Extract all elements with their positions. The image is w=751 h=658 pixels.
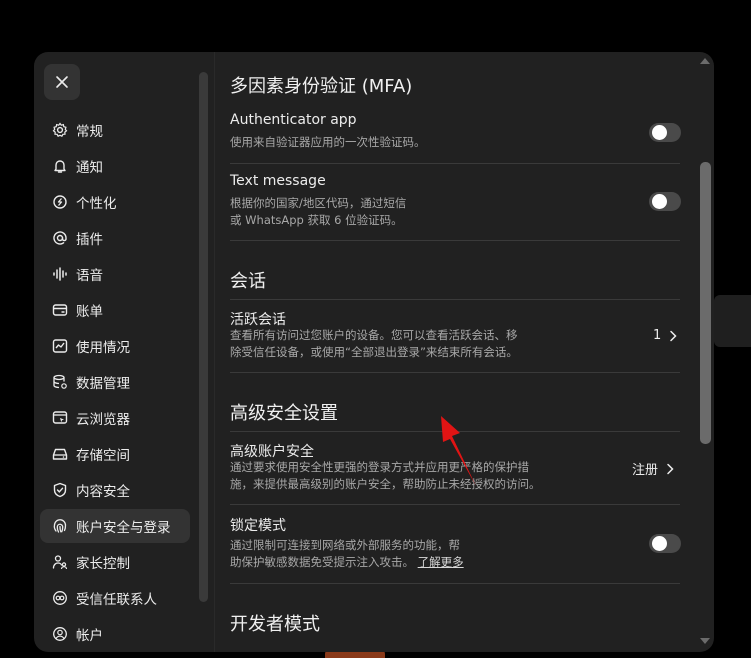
content-scrollbar-thumb[interactable] [700, 162, 711, 444]
active-sessions-description-line2: 除受信任设备，或使用“全部退出登录”来结束所有会话。 [230, 345, 518, 359]
background-panel-edge [714, 295, 751, 347]
sidebar-item-usage[interactable]: 使用情况 [40, 329, 190, 363]
authenticator-app-title: Authenticator app [230, 112, 357, 128]
sidebar-item-label: 受信任联系人 [76, 592, 157, 608]
divider [230, 504, 680, 505]
sidebar-item-label: 存储空间 [76, 448, 130, 464]
sidebar-item-cloud-browser[interactable]: 云浏览器 [40, 401, 190, 435]
personalization-icon [51, 193, 69, 211]
lockdown-mode-title: 锁定模式 [230, 518, 286, 534]
parent-icon [51, 553, 69, 571]
toggle-knob [652, 125, 667, 140]
contacts-icon [51, 589, 69, 607]
sidebar-item-label: 常规 [76, 124, 103, 140]
account-icon [51, 625, 69, 643]
sidebar-item-label: 插件 [76, 232, 103, 248]
sidebar-item-label: 使用情况 [76, 340, 130, 356]
storage-icon [51, 445, 69, 463]
sidebar-item-general[interactable]: 常规 [40, 113, 190, 147]
close-icon [56, 76, 68, 88]
sidebar-item-personalization[interactable]: 个性化 [40, 185, 190, 219]
active-sessions-open[interactable]: 1 [653, 328, 677, 343]
sidebar-item-label: 账户安全与登录 [76, 520, 171, 536]
sidebar-item-account[interactable]: 帐户 [40, 617, 190, 651]
settings-dialog: 常规 通知 个性化 插件 语音 账单 使用情况 数据管理 云浏览器 存储空间 内… [34, 52, 714, 652]
divider [230, 240, 680, 241]
active-sessions-count: 1 [653, 328, 662, 343]
chevron-right-icon [670, 330, 677, 341]
sidebar-item-label: 通知 [76, 160, 103, 176]
sidebar-scrollbar[interactable] [199, 72, 208, 602]
annotation-arrow-icon [441, 416, 476, 486]
browser-icon [51, 409, 69, 427]
text-message-description-line2: 或 WhatsApp 获取 6 位验证码。 [230, 213, 403, 227]
advanced-account-security-description-line2: 施，来提供最高级别的账户安全，帮助防止未经授权的访问。 [230, 477, 541, 491]
advanced-security-section-title: 高级安全设置 [230, 403, 338, 424]
sidebar-item-trusted-contacts[interactable]: 受信任联系人 [40, 581, 190, 615]
authenticator-app-toggle[interactable] [649, 123, 681, 142]
developer-mode-section-title: 开发者模式 [230, 614, 320, 635]
mfa-section-title: 多因素身份验证 (MFA) [230, 76, 413, 97]
enroll-label: 注册 [632, 463, 659, 478]
lockdown-mode-description-line1: 通过限制可连接到网络或外部服务的功能，帮 [230, 538, 460, 552]
bell-icon [51, 157, 69, 175]
sidebar-item-label: 家长控制 [76, 556, 130, 572]
sidebar-item-storage[interactable]: 存储空间 [40, 437, 190, 471]
lockdown-mode-description-line2: 助保护敏感数据免受提示注入攻击。 了解更多 [230, 554, 464, 571]
advanced-account-security-description-line1: 通过要求使用安全性更强的登录方式并应用更严格的保护措 [230, 460, 529, 474]
sidebar-item-notifications[interactable]: 通知 [40, 149, 190, 183]
at-icon [51, 229, 69, 247]
sidebar-item-label: 云浏览器 [76, 412, 130, 428]
scroll-up-arrow-icon[interactable] [700, 58, 710, 64]
sidebar-item-label: 数据管理 [76, 376, 130, 392]
divider [230, 163, 680, 164]
enroll-button[interactable]: 注册 [632, 459, 674, 478]
gear-icon [51, 121, 69, 139]
lockdown-mode-toggle[interactable] [649, 534, 681, 553]
sidebar-item-voice[interactable]: 语音 [40, 257, 190, 291]
sidebar-item-content-safety[interactable]: 内容安全 [40, 473, 190, 507]
close-button[interactable] [44, 64, 80, 100]
divider [230, 372, 680, 373]
text-message-description-line1: 根据你的国家/地区代码，通过短信 [230, 196, 407, 210]
learn-more-link[interactable]: 了解更多 [418, 555, 464, 569]
sidebar-item-label: 帐户 [76, 628, 103, 644]
advanced-account-security-title: 高级账户安全 [230, 444, 314, 460]
sidebar-item-label: 账单 [76, 304, 103, 320]
chart-icon [51, 337, 69, 355]
card-icon [51, 301, 69, 319]
divider [230, 299, 680, 300]
divider [230, 583, 680, 584]
authenticator-app-description: 使用来自验证器应用的一次性验证码。 [230, 135, 426, 149]
waveform-icon [51, 265, 69, 283]
scroll-down-arrow-icon[interactable] [700, 638, 710, 644]
sidebar-item-plugins[interactable]: 插件 [40, 221, 190, 255]
sidebar-item-billing[interactable]: 账单 [40, 293, 190, 327]
chevron-right-icon [667, 463, 674, 474]
sidebar-item-label: 语音 [76, 268, 103, 284]
toggle-knob [652, 536, 667, 551]
sidebar-divider [214, 52, 215, 652]
sidebar-item-label: 内容安全 [76, 484, 130, 500]
database-icon [51, 373, 69, 391]
active-sessions-title[interactable]: 活跃会话 [230, 309, 286, 329]
sidebar-item-label: 个性化 [76, 196, 117, 212]
shield-icon [51, 481, 69, 499]
toggle-knob [652, 194, 667, 209]
sidebar-item-parental-controls[interactable]: 家长控制 [40, 545, 190, 579]
sidebar-item-data-management[interactable]: 数据管理 [40, 365, 190, 399]
security-settings-panel: 多因素身份验证 (MFA) Authenticator app 使用来自验证器应… [230, 52, 682, 652]
sidebar-item-account-security[interactable]: 账户安全与登录 [40, 509, 190, 543]
settings-sidebar: 常规 通知 个性化 插件 语音 账单 使用情况 数据管理 云浏览器 存储空间 内… [34, 52, 214, 652]
text-message-toggle[interactable] [649, 192, 681, 211]
sessions-section-title: 会话 [230, 271, 266, 292]
fingerprint-icon [51, 517, 69, 535]
active-sessions-description-line1: 查看所有访问过您账户的设备。您可以查看活跃会话、移 [230, 328, 518, 342]
lockdown-mode-description-text: 助保护敏感数据免受提示注入攻击。 [230, 555, 414, 569]
text-message-title: Text message [230, 173, 326, 189]
